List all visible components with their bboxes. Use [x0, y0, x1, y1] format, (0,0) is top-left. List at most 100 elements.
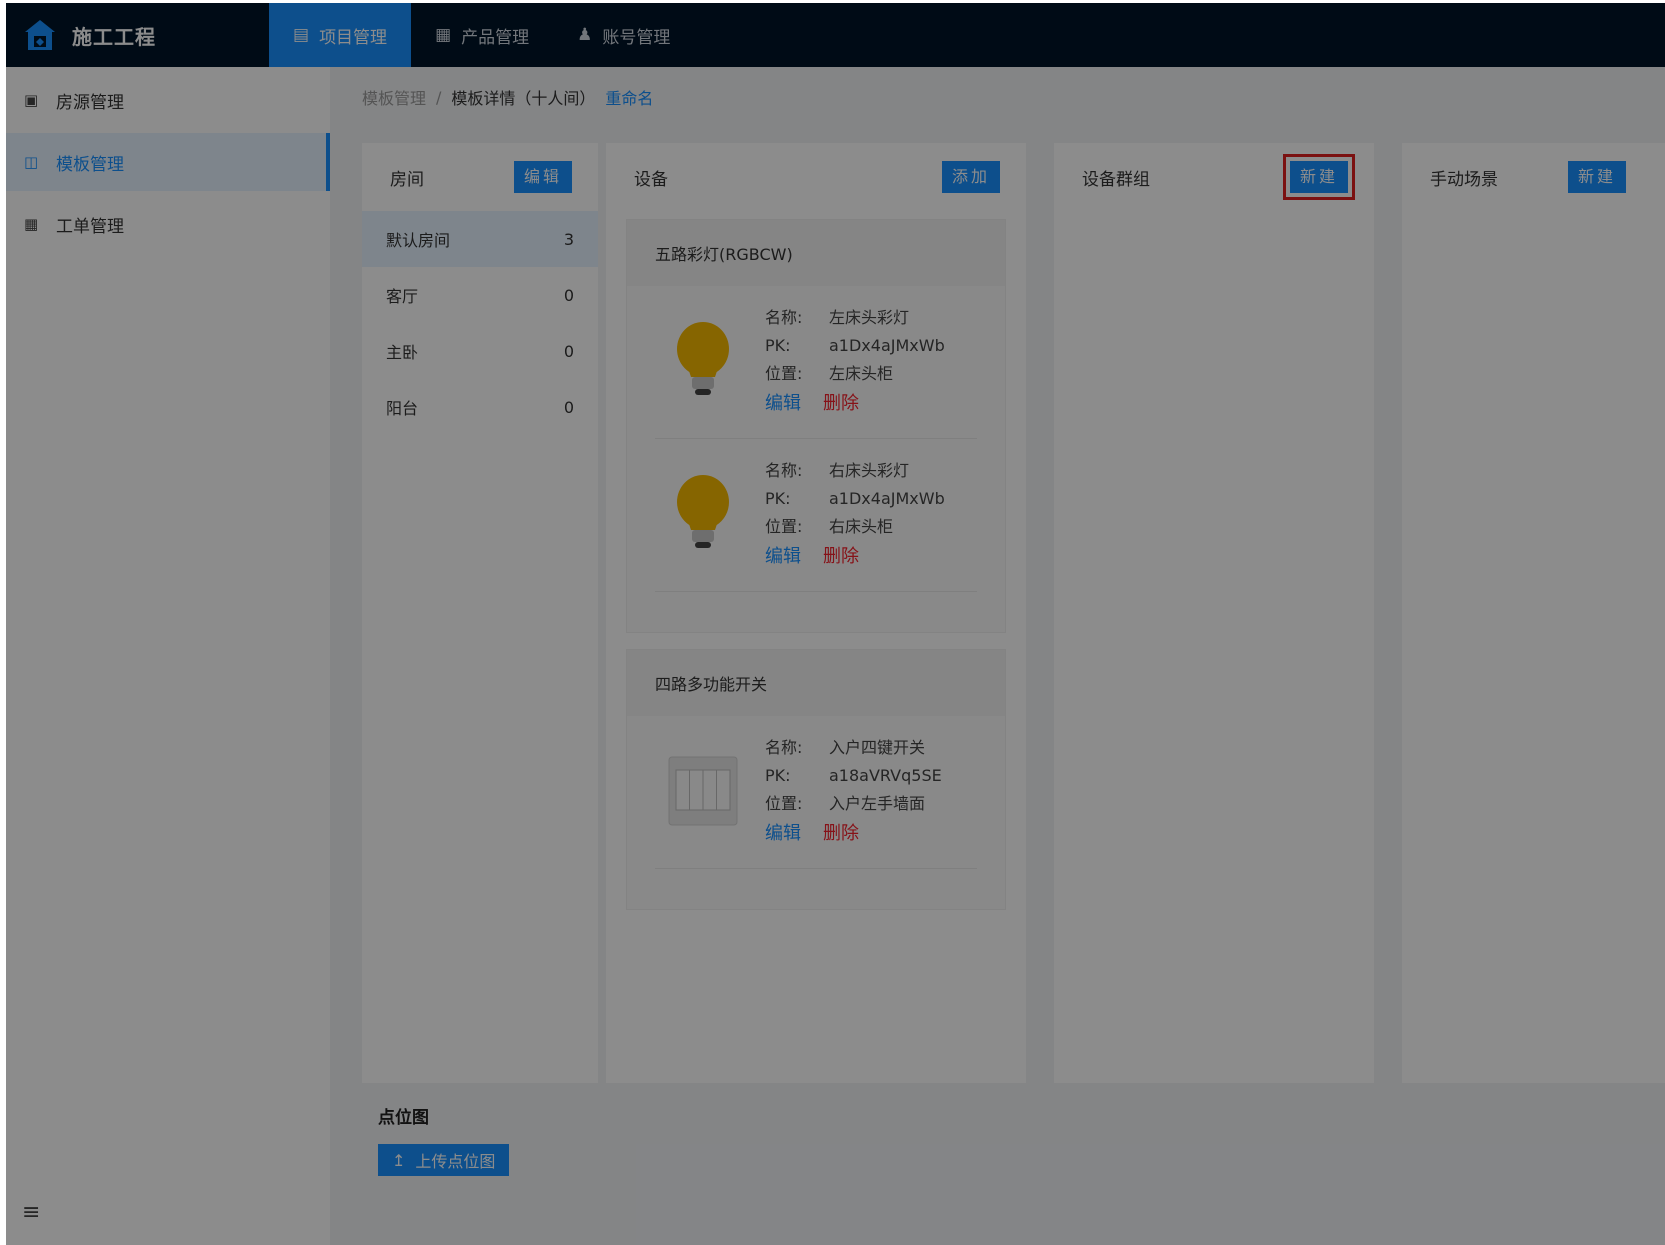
nav-item-label: 账号管理 [602, 27, 671, 48]
app-title: 施工工程 [72, 24, 156, 49]
room-name: 阳台 [386, 399, 419, 418]
manual-scenes-panel: 手动场景 新建 [1402, 143, 1665, 1083]
nav-item-label: 产品管理 [461, 27, 530, 48]
device-info: 名称: 入户四键开关 PK: a18aVRVq5SE 位置: 入户左手墙面 编辑 删除 [765, 734, 942, 848]
device-info: 名称: 右床头彩灯 PK: a1Dx4aJMxWb 位置: 右床头柜 编辑 删除 [765, 457, 945, 571]
menu-collapse-icon[interactable]: ≡ [22, 1200, 40, 1225]
manual-scenes-panel-title: 手动场景 [1430, 169, 1498, 190]
device-type-title: 五路彩灯(RGBCW) [627, 220, 1005, 286]
room-count: 0 [563, 285, 574, 305]
nav-item-product[interactable]: ▦ 产品管理 [411, 3, 553, 67]
device-name: 右床头彩灯 [829, 461, 910, 480]
device-pk-label: PK: [765, 766, 791, 785]
rooms-panel-title: 房间 [390, 169, 424, 190]
rename-link[interactable]: 重命名 [605, 85, 653, 109]
wall-switch-icon [655, 734, 751, 848]
add-device-button[interactable]: 添加 [941, 161, 1000, 193]
manual-scenes-panel-header: 手动场景 新建 [1402, 143, 1665, 211]
sidebar-item-label: 房源管理 [56, 92, 124, 113]
house-icon: ▣ [24, 91, 39, 109]
template-icon: ◫ [24, 153, 39, 171]
room-item[interactable]: 默认房间 3 [362, 211, 598, 267]
device-pk-label: PK: [765, 489, 791, 508]
rooms-panel: 房间 编辑 默认房间 3 客厅 0 主卧 0 阳台 0 [362, 143, 598, 1083]
device-pk: a1Dx4aJMxWb [829, 336, 945, 355]
app-logo[interactable]: 施工工程 [6, 3, 268, 67]
room-item[interactable]: 主卧 0 [362, 323, 598, 379]
point-map-section: 点位图 ↥ 上传点位图 [378, 1103, 510, 1176]
room-count: 0 [563, 341, 574, 361]
breadcrumb: 模板管理 / 模板详情（十人间） 重命名 [362, 85, 653, 109]
breadcrumb-current: 模板详情（十人间） [451, 89, 596, 108]
room-count: 0 [563, 397, 574, 417]
device-location: 左床头柜 [829, 364, 894, 383]
device-type-card: 五路彩灯(RGBCW) 名称: 左床头彩灯 PK: a1Dx4aJMxWb 位置: 左… [626, 219, 1006, 633]
light-bulb-icon [655, 304, 751, 418]
nav-item-label: 项目管理 [319, 27, 388, 48]
device-type-title: 四路多功能开关 [627, 650, 1005, 716]
sidebar-item-housing[interactable]: ▣ 房源管理 [6, 71, 330, 129]
nav-item-account[interactable]: ♟ 账号管理 [553, 3, 694, 67]
device-location-label: 位置: [765, 794, 803, 813]
sidebar-item-label: 工单管理 [56, 216, 124, 237]
device-pk-label: PK: [765, 336, 791, 355]
rooms-panel-header: 房间 编辑 [362, 143, 598, 211]
devices-panel-header: 设备 添加 [606, 143, 1026, 211]
home-logo-icon [25, 20, 55, 50]
document-icon: ▤ [293, 25, 310, 45]
room-name: 主卧 [386, 343, 419, 362]
sidebar-item-templates[interactable]: ◫ 模板管理 [6, 133, 330, 191]
new-scene-button[interactable]: 新建 [1567, 161, 1626, 193]
app-window: 施工工程 ▤ 项目管理 ▦ 产品管理 ♟ 账号管理 ▣ 房源管理 ◫ 模板管理 … [6, 3, 1665, 1245]
top-bar: 施工工程 ▤ 项目管理 ▦ 产品管理 ♟ 账号管理 [6, 3, 1665, 67]
device-location: 右床头柜 [829, 517, 894, 536]
edit-device-link[interactable]: 编辑 [765, 820, 801, 848]
room-name: 默认房间 [386, 231, 451, 250]
light-bulb-icon [655, 457, 751, 571]
device-pk: a18aVRVq5SE [829, 766, 942, 785]
room-item[interactable]: 阳台 0 [362, 379, 598, 435]
device-entry: 名称: 右床头彩灯 PK: a1Dx4aJMxWb 位置: 右床头柜 编辑 删除 [655, 439, 977, 592]
sidebar: ▣ 房源管理 ◫ 模板管理 ▦ 工单管理 ≡ [6, 67, 330, 1245]
devices-panel-title: 设备 [634, 169, 668, 190]
breadcrumb-separator: / [436, 87, 442, 107]
breadcrumb-parent[interactable]: 模板管理 [362, 85, 426, 109]
device-groups-panel-title: 设备群组 [1082, 169, 1150, 190]
point-map-title: 点位图 [378, 1108, 429, 1128]
room-count: 3 [563, 229, 574, 249]
device-location-label: 位置: [765, 517, 803, 536]
device-type-card: 四路多功能开关 名称: 入户四键开关 PK: a18aVRVq5SE 位置: 入户左手… [626, 649, 1006, 910]
edit-device-link[interactable]: 编辑 [765, 543, 801, 571]
device-location-label: 位置: [765, 364, 803, 383]
device-name-label: 名称: [765, 738, 803, 757]
edit-rooms-button[interactable]: 编辑 [513, 161, 572, 193]
sidebar-item-work-orders[interactable]: ▦ 工单管理 [6, 195, 330, 253]
new-device-group-button[interactable]: 新建 [1282, 154, 1356, 200]
delete-device-link[interactable]: 删除 [823, 820, 859, 848]
device-name-label: 名称: [765, 308, 803, 327]
upload-icon: ↥ [392, 1150, 406, 1170]
room-name: 客厅 [386, 287, 419, 306]
device-pk: a1Dx4aJMxWb [829, 489, 945, 508]
upload-point-map-label: 上传点位图 [415, 1152, 496, 1171]
device-groups-panel-header: 设备群组 新建 [1054, 143, 1374, 211]
delete-device-link[interactable]: 删除 [823, 390, 859, 418]
edit-device-link[interactable]: 编辑 [765, 390, 801, 418]
upload-point-map-button[interactable]: ↥ 上传点位图 [378, 1144, 510, 1176]
order-icon: ▦ [24, 215, 39, 233]
device-name: 左床头彩灯 [829, 308, 910, 327]
room-item[interactable]: 客厅 0 [362, 267, 598, 323]
device-name: 入户四键开关 [829, 738, 926, 757]
top-nav: ▤ 项目管理 ▦ 产品管理 ♟ 账号管理 [269, 3, 694, 67]
device-entry: 名称: 左床头彩灯 PK: a1Dx4aJMxWb 位置: 左床头柜 编辑 删除 [655, 286, 977, 439]
delete-device-link[interactable]: 删除 [823, 543, 859, 571]
device-info: 名称: 左床头彩灯 PK: a1Dx4aJMxWb 位置: 左床头柜 编辑 删除 [765, 304, 945, 418]
grid-icon: ▦ [435, 25, 452, 45]
device-name-label: 名称: [765, 461, 803, 480]
nav-item-project[interactable]: ▤ 项目管理 [269, 3, 412, 67]
devices-panel: 设备 添加 五路彩灯(RGBCW) 名称: 左床头彩灯 PK: a1Dx4aJMxW… [606, 143, 1026, 1083]
user-icon: ♟ [577, 25, 593, 45]
sidebar-item-label: 模板管理 [56, 154, 124, 175]
device-entry: 名称: 入户四键开关 PK: a18aVRVq5SE 位置: 入户左手墙面 编辑 删除 [655, 716, 977, 869]
device-location: 入户左手墙面 [829, 794, 926, 813]
